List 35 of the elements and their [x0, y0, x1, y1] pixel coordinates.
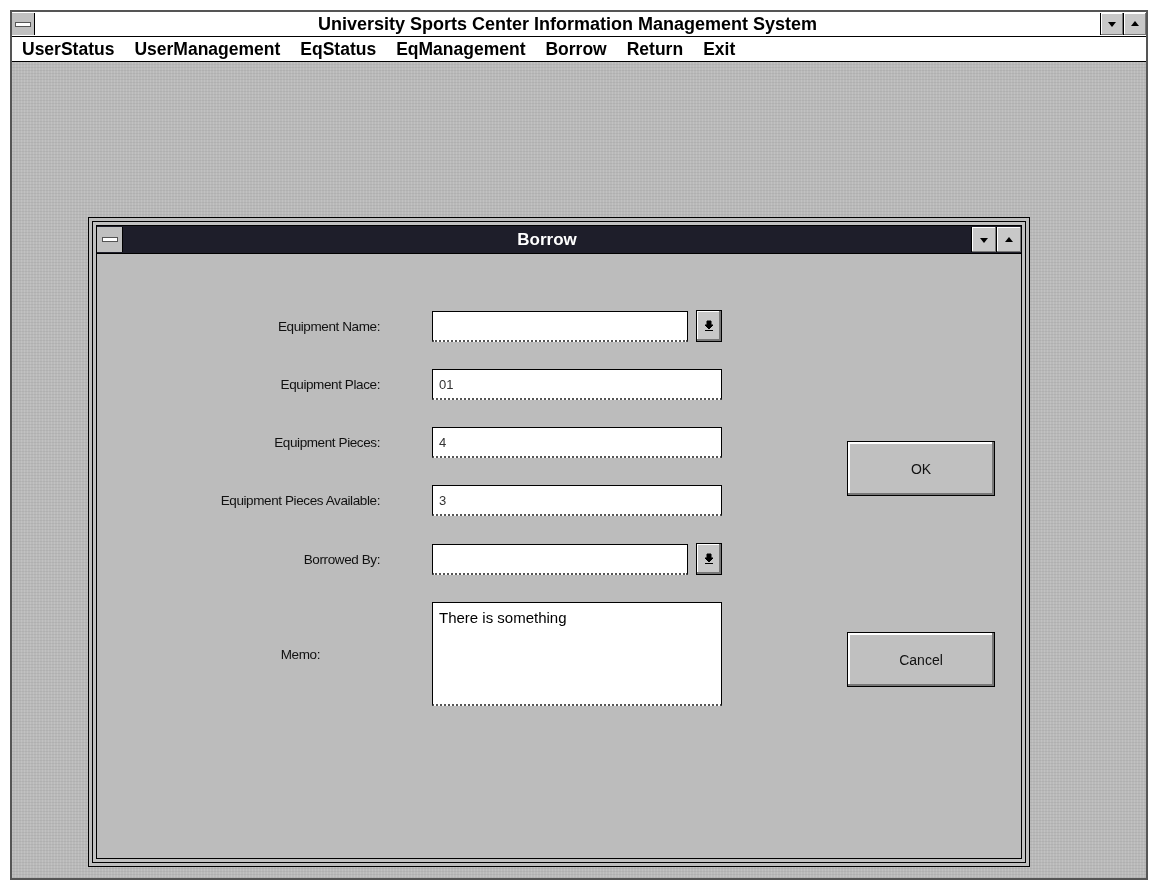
field-label: Equipment Name: — [276, 318, 380, 334]
dropdown-button[interactable] — [696, 310, 722, 342]
dialog-button[interactable]: OK — [847, 441, 995, 496]
field-label: Equipment Pieces Available: — [219, 493, 380, 508]
dialog-button[interactable]: Cancel — [847, 632, 995, 687]
maximize-button[interactable] — [1123, 13, 1146, 35]
menu-item[interactable]: UserStatus — [22, 38, 115, 60]
down-triangle-icon — [1107, 19, 1117, 29]
menu-item[interactable]: EqManagement — [396, 38, 526, 60]
field-label: Equipment Place: — [279, 377, 380, 392]
memo-field[interactable]: There is something — [432, 602, 722, 706]
menu-item[interactable]: Return — [626, 38, 684, 60]
text-field[interactable]: 4 — [432, 427, 722, 458]
field-label: Borrowed By: — [302, 551, 380, 567]
system-menu-button[interactable] — [12, 13, 35, 35]
combo-field[interactable] — [432, 543, 689, 575]
maximize-button[interactable] — [996, 227, 1021, 252]
up-triangle-icon — [1130, 19, 1140, 29]
window-title: University Sports Center Information Management System — [316, 13, 819, 35]
field-label: Memo: — [279, 646, 321, 662]
combo-field[interactable] — [432, 310, 689, 342]
minimize-button[interactable] — [1100, 13, 1123, 35]
menu-item[interactable]: EqStatus — [300, 38, 377, 60]
menu-item[interactable]: Borrow — [545, 38, 607, 60]
menu-item[interactable]: Exit — [703, 38, 736, 60]
down-arrow-icon — [704, 553, 715, 565]
minimize-button[interactable] — [971, 227, 996, 252]
text-field[interactable]: 3 — [432, 485, 722, 516]
down-arrow-icon — [704, 320, 715, 332]
field-label: Equipment Pieces: — [273, 435, 380, 450]
system-menu-button[interactable] — [97, 227, 123, 252]
dialog-title: Borrow — [516, 229, 578, 250]
text-field[interactable]: 01 — [432, 369, 722, 400]
menu-item[interactable]: UserManagement — [134, 38, 281, 60]
dropdown-button[interactable] — [696, 543, 722, 575]
